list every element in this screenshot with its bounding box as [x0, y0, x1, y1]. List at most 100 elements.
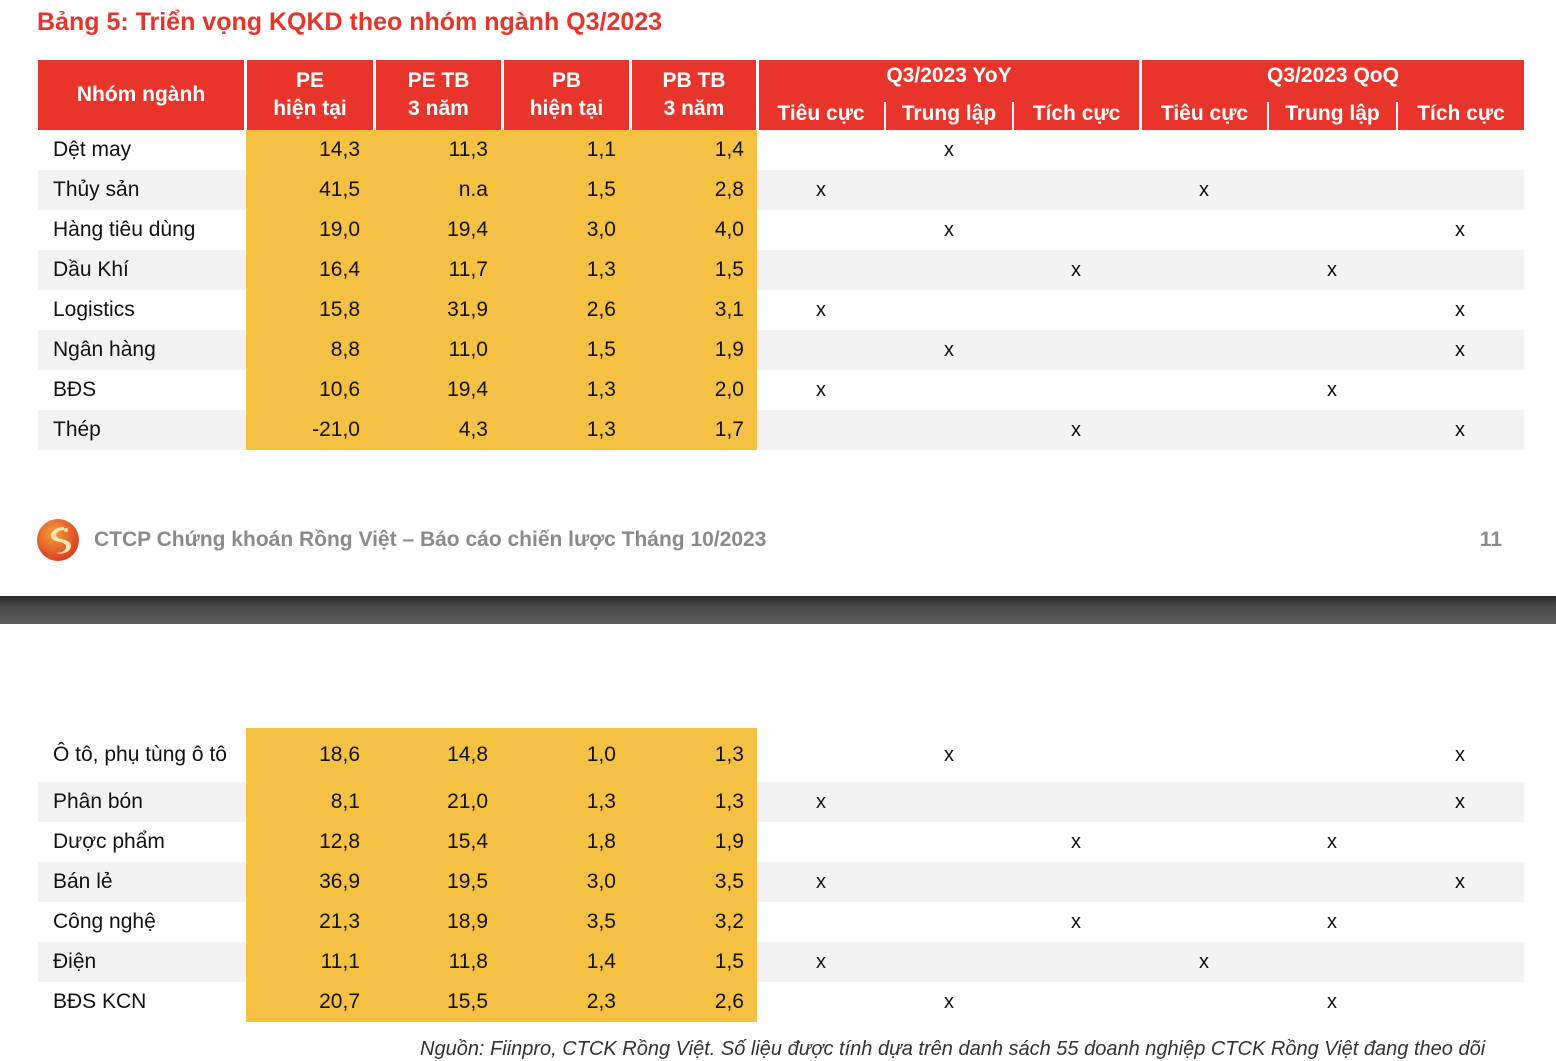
yoy-neu-mark: x [944, 743, 954, 766]
cell-pb-avg: 1,3 [714, 743, 744, 766]
table-row: Bán lẻ 36,9 19,5 3,0 3,5 x x [38, 862, 1524, 902]
cell-pb: 1,3 [586, 258, 616, 281]
cell-pe: 11,1 [320, 950, 360, 973]
cell-pe-avg: 11,0 [448, 338, 488, 361]
header-pb: PB hiện tại [504, 60, 629, 130]
cell-pe-avg: 19,4 [447, 218, 488, 241]
header-pe-line1: PE [295, 69, 324, 92]
qoq-pos-mark: x [1455, 338, 1465, 361]
cell-pb-avg: 2,0 [714, 378, 744, 401]
qoq-pos-mark: x [1455, 218, 1465, 241]
yoy-neu-mark: x [944, 338, 954, 361]
cell-pe: 19,0 [319, 218, 360, 241]
table-row: BĐS 10,6 19,4 1,3 2,0 x x [38, 370, 1524, 410]
qoq-neu-mark: x [1327, 258, 1337, 281]
cell-pb-avg: 2,6 [714, 990, 744, 1013]
cell-pb-avg: 1,4 [714, 138, 744, 161]
table-row: Phân bón 8,1 21,0 1,3 1,3 x x [38, 782, 1524, 822]
cell-pe: 15,8 [319, 298, 360, 321]
yoy-neu-mark: x [944, 990, 954, 1013]
cell-pb-avg: 2,8 [714, 178, 744, 201]
page-number: 11 [1479, 528, 1502, 551]
table-row: Dầu Khí 16,4 11,7 1,3 1,5 x x [38, 250, 1524, 290]
qoq-pos-mark: x [1455, 298, 1465, 321]
cell-pe-avg: 15,5 [447, 990, 488, 1013]
footer-company: CTCP Chứng khoán Rồng Việt – Báo cáo chi… [94, 528, 767, 551]
dragon-logo-icon [37, 519, 79, 561]
header-qoq-positive: Tích cực [1417, 102, 1505, 125]
cell-pe: 10,6 [319, 378, 360, 401]
header-pb-avg-line2: 3 năm [663, 97, 725, 120]
header-yoy-neutral: Trung lập [901, 102, 997, 125]
yoy-neg-mark: x [816, 870, 826, 893]
cell-pe-avg: 11,7 [448, 258, 488, 281]
cell-pb: 1,5 [586, 338, 616, 361]
qoq-pos-mark: x [1455, 790, 1465, 813]
cell-pb: 3,0 [586, 218, 616, 241]
header-pe-avg-line1: PE TB [407, 69, 470, 92]
header-yoy: Q3/2023 YoY [886, 64, 1012, 87]
cell-pb: 1,8 [586, 830, 616, 853]
header-yoy-positive: Tích cực [1032, 102, 1121, 125]
header-pb-line2: hiện tại [529, 97, 604, 120]
cell-pb: 2,6 [586, 298, 616, 321]
cell-pe-avg: 31,9 [447, 298, 488, 321]
table-row: Công nghệ 21,3 18,9 3,5 3,2 x x [38, 902, 1524, 942]
sector-name: BĐS [53, 378, 97, 401]
cell-pe: 20,7 [319, 990, 360, 1013]
cell-pe-avg: 15,4 [447, 830, 488, 853]
table-title: Bảng 5: Triển vọng KQKD theo nhóm ngành … [37, 8, 663, 36]
header-yoy-negative: Tiêu cực [777, 102, 865, 125]
cell-pb: 1,0 [586, 743, 616, 766]
table-row: Hàng tiêu dùng 19,0 19,4 3,0 4,0 x x [38, 210, 1524, 250]
sector-name: Dệt may [53, 138, 132, 161]
cell-pe: 21,3 [319, 910, 360, 933]
qoq-neu-mark: x [1327, 378, 1337, 401]
cell-pb: 1,5 [586, 178, 616, 201]
cell-pb: 1,3 [586, 378, 616, 401]
yoy-pos-mark: x [1071, 910, 1081, 933]
qoq-pos-mark: x [1455, 870, 1465, 893]
cell-pe: 18,6 [319, 743, 360, 766]
table-row: Điện 11,1 11,8 1,4 1,5 x x [38, 942, 1524, 982]
cell-pb: 1,3 [586, 418, 616, 441]
sector-name: Thủy sản [53, 178, 140, 201]
header-pb-avg-line1: PB TB [662, 69, 726, 92]
cell-pb: 1,3 [586, 790, 616, 813]
cell-pe: 36,9 [319, 870, 360, 893]
header-pb-line1: PB [551, 69, 582, 92]
cell-pe: 8,8 [330, 338, 360, 361]
cell-pe: 12,8 [319, 830, 360, 853]
qoq-neg-mark: x [1199, 178, 1209, 201]
source-note: Nguồn: Fiinpro, CTCK Rồng Việt. Số liệu … [420, 1038, 1486, 1060]
sector-name: Bán lẻ [53, 870, 113, 893]
yoy-neg-mark: x [816, 790, 826, 813]
cell-pb-avg: 3,1 [714, 298, 744, 321]
table-row: Logistics 15,8 31,9 2,6 3,1 x x [38, 290, 1524, 330]
cell-pb: 2,3 [586, 990, 616, 1013]
header-sector: Nhóm ngành [38, 60, 244, 130]
header-pb-avg: PB TB 3 năm [632, 60, 756, 130]
cell-pb-avg: 1,3 [714, 790, 744, 813]
page-footer: CTCP Chứng khoán Rồng Việt – Báo cáo chi… [36, 518, 1506, 562]
table-row: Dệt may 14,3 11,3 1,1 1,4 x [38, 130, 1524, 170]
yoy-pos-mark: x [1071, 258, 1081, 281]
cell-pe-avg: 11,8 [448, 950, 488, 973]
cell-pe-avg: 19,4 [447, 378, 488, 401]
cell-pe-avg: 19,5 [447, 870, 488, 893]
sector-name: Ô tô, phụ tùng ô tô [53, 743, 227, 766]
sector-name: Logistics [53, 298, 135, 321]
cell-pb: 3,5 [586, 910, 616, 933]
cell-pb: 1,4 [586, 950, 616, 973]
cell-pb-avg: 3,2 [714, 910, 744, 933]
cell-pe-avg: 4,3 [458, 418, 488, 441]
yoy-neu-mark: x [944, 138, 954, 161]
cell-pe: -21,0 [312, 418, 360, 441]
sector-name: Dược phẩm [53, 830, 165, 853]
header-qoq: Q3/2023 QoQ [1267, 64, 1399, 87]
table-row: Ngân hàng 8,8 11,0 1,5 1,9 x x [38, 330, 1524, 370]
table-row: Thủy sản 41,5 n.a 1,5 2,8 x x [38, 170, 1524, 210]
sector-name: Hàng tiêu dùng [53, 218, 196, 241]
qoq-pos-mark: x [1455, 743, 1465, 766]
header-pe-avg-line2: 3 năm [408, 97, 469, 120]
